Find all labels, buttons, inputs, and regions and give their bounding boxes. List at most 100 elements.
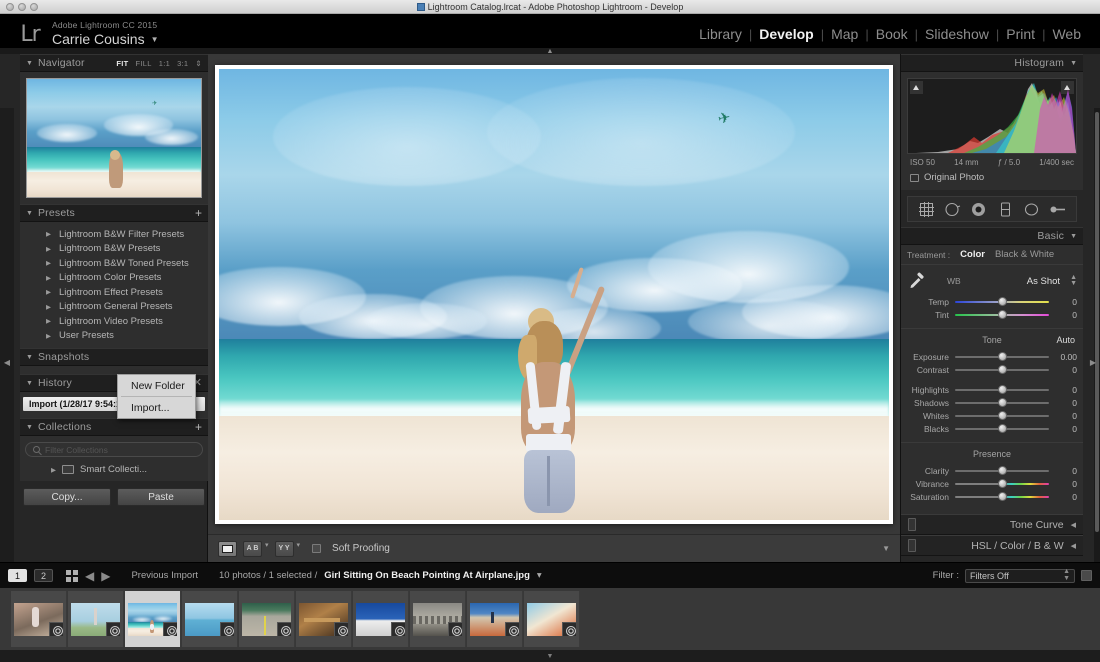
disclosure-triangle-icon[interactable]: ▼: [26, 424, 33, 431]
chevron-down-icon[interactable]: ▾: [265, 541, 269, 557]
filmstrip-bottom-toggle[interactable]: ▼: [0, 650, 1100, 662]
slider-track[interactable]: [955, 364, 1049, 375]
histogram-graph[interactable]: [907, 78, 1077, 154]
slider-track[interactable]: [955, 410, 1049, 421]
hsl-switch[interactable]: [908, 539, 916, 552]
slider-track[interactable]: [955, 296, 1049, 307]
module-web[interactable]: Web: [1045, 26, 1088, 42]
disclosure-triangle-icon[interactable]: ◀: [1071, 521, 1076, 529]
wb-value[interactable]: As Shot: [1027, 276, 1060, 287]
slider-knob[interactable]: [998, 297, 1007, 306]
expand-arrow-icon[interactable]: ▶: [46, 245, 51, 253]
tone-curve-panel-header[interactable]: Tone Curve ◀: [901, 514, 1083, 535]
list-item[interactable]: [296, 591, 352, 647]
slider-track[interactable]: [955, 351, 1049, 362]
original-photo-checkbox[interactable]: [910, 174, 919, 182]
list-item[interactable]: [239, 591, 295, 647]
tone-auto-button[interactable]: Auto: [1056, 335, 1075, 345]
slider-track[interactable]: [955, 309, 1049, 320]
screen-2-button[interactable]: 2: [34, 569, 53, 582]
list-item[interactable]: [11, 591, 67, 647]
context-menu-new-folder[interactable]: New Folder: [118, 375, 195, 396]
add-preset-button[interactable]: +: [195, 207, 202, 219]
slider-highlights[interactable]: Highlights 0: [907, 383, 1077, 396]
filmstrip[interactable]: [0, 588, 1100, 650]
preset-group[interactable]: ▶Lightroom Effect Presets: [20, 285, 208, 300]
right-panel-collapse-arrow[interactable]: ▶: [1086, 108, 1100, 616]
expand-arrow-icon[interactable]: ▶: [51, 466, 56, 474]
slider-knob[interactable]: [998, 479, 1007, 488]
go-forward-arrow-icon[interactable]: ▶: [101, 569, 110, 583]
main-photo[interactable]: ✈: [219, 69, 889, 520]
user-name[interactable]: Carrie Cousins▼: [52, 32, 159, 47]
girl-beach-airplane-thumb[interactable]: [128, 603, 177, 636]
filter-stepper-icon[interactable]: ▲▼: [1063, 569, 1070, 582]
slider-tint[interactable]: Tint 0: [907, 308, 1077, 321]
paste-button[interactable]: Paste: [117, 488, 205, 506]
expand-arrow-icon[interactable]: ▶: [46, 332, 51, 340]
navigator-zoom-stepper[interactable]: ⇕: [195, 59, 202, 68]
slider-knob[interactable]: [998, 411, 1007, 420]
chevron-down-icon[interactable]: ▼: [547, 653, 554, 660]
crop-overlay-icon[interactable]: [918, 201, 935, 218]
original-photo-row[interactable]: Original Photo: [907, 169, 1077, 184]
expand-arrow-icon[interactable]: ▶: [46, 230, 51, 238]
slider-knob[interactable]: [998, 424, 1007, 433]
chevron-down-icon[interactable]: ▾: [297, 541, 301, 557]
slider-track[interactable]: [955, 478, 1049, 489]
red-eye-icon[interactable]: [970, 201, 987, 218]
preset-group[interactable]: ▶Lightroom B&W Toned Presets: [20, 256, 208, 271]
slider-value[interactable]: 0: [1049, 492, 1077, 502]
preset-group[interactable]: ▶Lightroom B&W Presets: [20, 242, 208, 257]
radial-filter-icon[interactable]: [1023, 201, 1040, 218]
disclosure-triangle-icon[interactable]: ▼: [26, 354, 33, 361]
adjustment-brush-icon[interactable]: [1049, 201, 1066, 218]
list-item[interactable]: [182, 591, 238, 647]
develop-tool-strip[interactable]: [907, 196, 1077, 222]
slider-track[interactable]: [955, 423, 1049, 434]
presets-context-menu[interactable]: New Folder Import...: [117, 374, 196, 419]
slider-clarity[interactable]: Clarity 0: [907, 464, 1077, 477]
disclosure-triangle-icon[interactable]: ◀: [1071, 542, 1076, 550]
treatment-bw-option[interactable]: Black & White: [995, 249, 1054, 260]
slider-knob[interactable]: [998, 352, 1007, 361]
slider-contrast[interactable]: Contrast 0: [907, 363, 1077, 376]
filename-dropdown-caret[interactable]: ▾: [537, 570, 542, 581]
road-thumb[interactable]: [242, 603, 291, 636]
cafe-interior-thumb[interactable]: [299, 603, 348, 636]
preset-group[interactable]: ▶Lightroom Color Presets: [20, 271, 208, 286]
disclosure-triangle-icon[interactable]: ▼: [1070, 233, 1077, 240]
expand-arrow-icon[interactable]: ▶: [46, 274, 51, 282]
navigator-zoom-fill[interactable]: FILL: [136, 59, 152, 68]
before-after-left-right-button[interactable]: A B: [243, 541, 262, 557]
go-back-arrow-icon[interactable]: ◀: [85, 569, 94, 583]
snapshots-header[interactable]: ▼ Snapshots: [20, 348, 208, 366]
slider-blacks[interactable]: Blacks 0: [907, 422, 1077, 435]
navigator-zoom-3to1[interactable]: 3:1: [177, 59, 188, 68]
list-item[interactable]: [353, 591, 409, 647]
context-menu-import[interactable]: Import...: [118, 397, 195, 418]
wb-stepper-icon[interactable]: ▲▼: [1070, 275, 1077, 288]
collections-header[interactable]: ▼ Collections +: [20, 418, 208, 436]
filter-toggle-badge[interactable]: [1081, 570, 1092, 581]
slider-knob[interactable]: [998, 492, 1007, 501]
slider-value[interactable]: 0: [1049, 424, 1077, 434]
module-library[interactable]: Library: [692, 26, 749, 42]
white-balance-eyedropper-icon[interactable]: [907, 271, 927, 291]
histogram-header[interactable]: Histogram ▼: [901, 54, 1083, 72]
list-item-selected[interactable]: [125, 591, 181, 647]
surfer-thumb[interactable]: [527, 603, 576, 636]
filmstrip-filename[interactable]: Girl Sitting On Beach Pointing At Airpla…: [324, 570, 530, 581]
module-develop[interactable]: Develop: [752, 26, 820, 42]
slider-value[interactable]: 0: [1049, 466, 1077, 476]
slider-track[interactable]: [955, 397, 1049, 408]
chevron-down-icon[interactable]: ▼: [151, 35, 159, 44]
slider-value[interactable]: 0: [1049, 479, 1077, 489]
add-collection-button[interactable]: +: [195, 421, 202, 433]
window-controls[interactable]: [6, 3, 38, 11]
slider-value[interactable]: 0: [1049, 398, 1077, 408]
close-window-button[interactable]: [6, 3, 14, 11]
slider-knob[interactable]: [998, 310, 1007, 319]
expand-arrow-icon[interactable]: ▶: [46, 317, 51, 325]
before-after-yy-group[interactable]: Y Y ▾: [275, 541, 301, 557]
